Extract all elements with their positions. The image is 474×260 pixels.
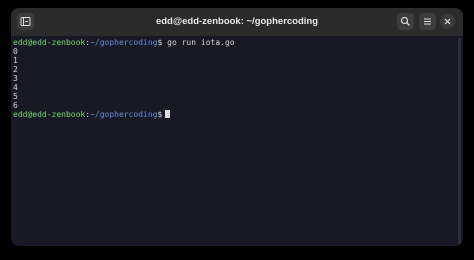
- output-line: 0: [13, 47, 18, 56]
- close-button[interactable]: [440, 14, 455, 29]
- scrollbar[interactable]: [458, 38, 461, 244]
- window-title: edd@edd-zenbook: ~/gophercoding: [155, 16, 319, 27]
- new-tab-icon: [20, 17, 31, 26]
- active-prompt-line[interactable]: edd@edd-zenbook:~/gophercoding$: [13, 110, 171, 119]
- hamburger-menu-icon: [424, 18, 431, 25]
- output-line: 6: [13, 101, 18, 110]
- title-bar[interactable]: edd@edd-zenbook: ~/gophercoding: [11, 8, 463, 36]
- command-text: go run iota.go: [162, 38, 235, 47]
- prompt-path: ~/gophercoding: [90, 38, 158, 47]
- prompt-path: ~/gophercoding: [90, 110, 158, 119]
- terminal-output-area[interactable]: edd@edd-zenbook:~/gophercoding$ go run i…: [11, 36, 463, 246]
- prompt-user: edd@edd-zenbook: [13, 38, 86, 47]
- terminal-window: edd@edd-zenbook: ~/gophercoding edd@edd-…: [11, 8, 463, 246]
- new-tab-button[interactable]: [17, 13, 34, 30]
- close-icon: [444, 18, 451, 25]
- output-line: 5: [13, 92, 18, 101]
- output-line: 2: [13, 65, 18, 74]
- output-line: 4: [13, 83, 18, 92]
- text-cursor: [165, 110, 171, 118]
- search-button[interactable]: [397, 13, 414, 30]
- prompt-user: edd@edd-zenbook: [13, 110, 86, 119]
- command-line: edd@edd-zenbook:~/gophercoding$ go run i…: [13, 38, 235, 47]
- menu-button[interactable]: [419, 13, 436, 30]
- search-icon: [400, 16, 410, 26]
- output-line: 3: [13, 74, 18, 83]
- prompt-dollar: $: [157, 110, 163, 119]
- output-line: 1: [13, 56, 18, 65]
